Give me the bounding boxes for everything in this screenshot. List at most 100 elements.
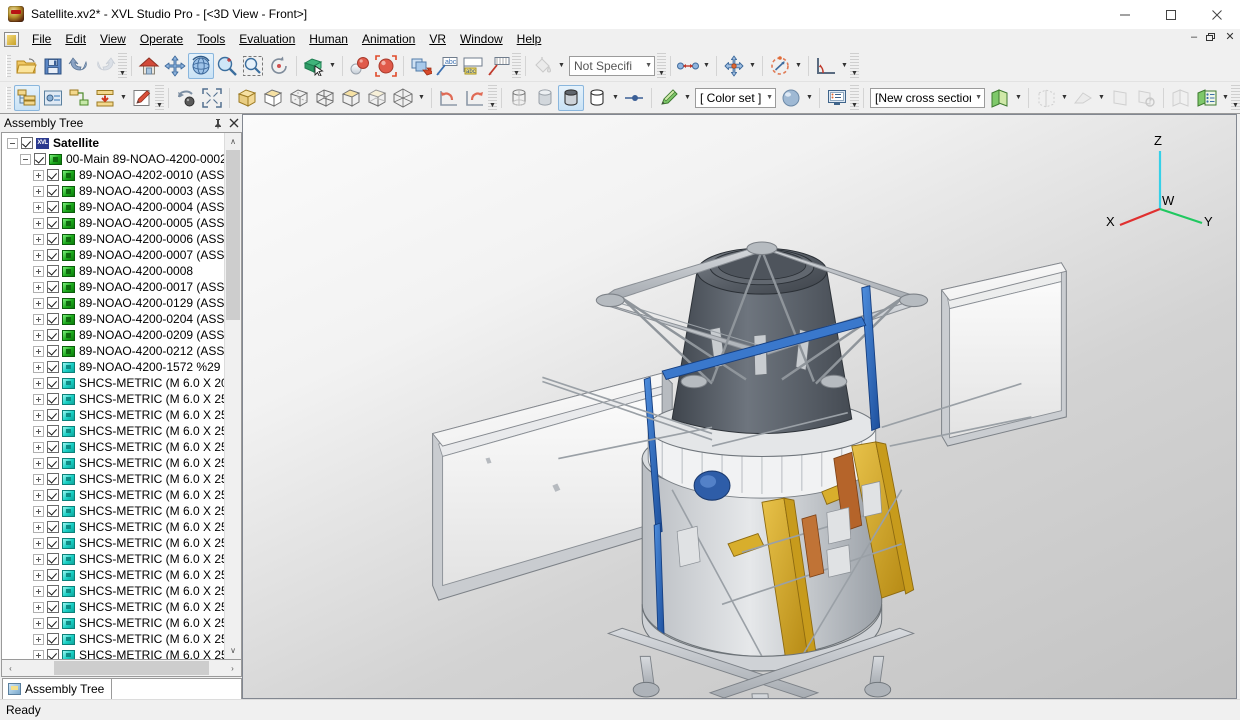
expand-node-icon[interactable] [33,490,44,501]
undo-button[interactable] [66,53,92,79]
measure-angle-dropdown[interactable]: ▼ [839,53,850,79]
node-visibility-checkbox[interactable] [47,345,59,357]
node-visibility-checkbox[interactable] [47,409,59,421]
toolbar-overflow-7[interactable]: ▼ [850,85,859,111]
mdi-minimize-button[interactable]: – [1188,32,1200,43]
view-flat-button[interactable] [338,85,364,111]
node-visibility-checkbox[interactable] [47,361,59,373]
menu-help[interactable]: Help [510,30,549,49]
color-brush-button[interactable] [656,85,682,111]
expand-node-icon[interactable] [33,298,44,309]
node-visibility-checkbox[interactable] [47,217,59,229]
toolbar-overflow-2[interactable]: ▼ [512,53,521,79]
tree-structure-button[interactable] [14,85,40,111]
tree-vertical-scrollbar[interactable]: ∧ ∨ [224,133,241,659]
tree-node[interactable]: 89-NOAO-4200-0003 (ASSY DI [2,183,224,199]
expand-node-icon[interactable] [33,602,44,613]
toolbar-overflow-4[interactable]: ▼ [850,53,859,79]
expand-node-icon[interactable] [33,186,44,197]
material-sphere-button[interactable] [778,85,804,111]
menu-vr[interactable]: VR [422,30,453,49]
tree-node[interactable]: SHCS-METRIC (M 6.0 X 25 LG S [2,391,224,407]
collapse-node-icon[interactable] [7,138,18,149]
rotate-view-button[interactable] [188,53,214,79]
assembly-tree-scrollarea[interactable]: XVLSatellite00-Main 89-NOAO-4200-000289-… [2,133,224,659]
copy-shape-button[interactable] [408,53,434,79]
hscroll-thumb[interactable] [54,661,209,675]
toolbar-overflow-5[interactable]: ▼ [155,85,164,111]
tree-node[interactable]: 89-NOAO-4200-0212 (ASSY DI [2,343,224,359]
cross-section-new-button[interactable] [987,85,1013,111]
node-visibility-checkbox[interactable] [47,489,59,501]
expand-node-icon[interactable] [33,586,44,597]
expand-node-icon[interactable] [33,410,44,421]
node-visibility-checkbox[interactable] [47,185,59,197]
rotate-center-button[interactable] [266,53,292,79]
node-visibility-checkbox[interactable] [47,601,59,613]
expand-node-icon[interactable] [33,442,44,453]
expand-node-icon[interactable] [33,378,44,389]
tree-node[interactable]: SHCS-METRIC (M 6.0 X 25 LG S [2,471,224,487]
sphere-small-button[interactable] [347,53,373,79]
expand-node-icon[interactable] [33,266,44,277]
tree-node[interactable]: 89-NOAO-4200-0209 (ASSY DI [2,327,224,343]
paint-bucket-dropdown[interactable]: ▼ [556,53,567,79]
pin-icon[interactable] [210,115,226,131]
menu-human[interactable]: Human [302,30,355,49]
node-visibility-checkbox[interactable] [47,329,59,341]
toolbar-overflow-8[interactable]: ▼ [1231,85,1240,111]
tab-assembly-tree[interactable]: Assembly Tree [2,678,112,699]
cross-section-fold-button[interactable] [1070,85,1096,111]
measure-distance-dropdown[interactable]: ▼ [701,53,712,79]
expand-node-icon[interactable] [33,394,44,405]
node-visibility-checkbox[interactable] [47,441,59,453]
tree-horizontal-scrollbar[interactable]: ‹ › [1,660,242,677]
material-combo[interactable]: Not Specifi ▼ [569,56,655,76]
expand-node-icon[interactable] [33,426,44,437]
measure-move-dropdown[interactable]: ▼ [747,53,758,79]
node-visibility-checkbox[interactable] [47,393,59,405]
node-visibility-checkbox[interactable] [47,505,59,517]
zoom-view-button[interactable] [214,53,240,79]
node-visibility-checkbox[interactable] [47,521,59,533]
tree-node[interactable]: SHCS-METRIC (M 6.0 X 25 LG S [2,423,224,439]
menu-file[interactable]: File [25,30,58,49]
scroll-down-button[interactable]: ∨ [225,642,241,659]
menu-edit[interactable]: Edit [58,30,93,49]
cylinder-outline-button[interactable] [584,85,610,111]
redo-button[interactable] [92,53,118,79]
toolbar-grip[interactable] [6,55,11,77]
annotation-dimension-button[interactable] [486,53,512,79]
expand-node-icon[interactable] [33,570,44,581]
tree-compare-button[interactable] [66,85,92,111]
expand-node-icon[interactable] [33,506,44,517]
tree-node[interactable]: 89-NOAO-4202-0010 (ASSY DI [2,167,224,183]
paint-bucket-button[interactable] [530,53,556,79]
close-panel-icon[interactable] [226,115,242,131]
tree-node[interactable]: 89-NOAO-4200-0017 (ASSY DI [2,279,224,295]
display-monitor-button[interactable] [824,85,850,111]
expand-node-icon[interactable] [33,634,44,645]
view-mode-dropdown[interactable]: ▼ [416,85,427,111]
tree-collapse-button[interactable] [92,85,118,111]
tree-node[interactable]: 89-NOAO-4200-0204 (ASSY DI [2,311,224,327]
cross-section-combo[interactable]: [New cross section] ▼ [870,88,985,108]
menu-animation[interactable]: Animation [355,30,422,49]
tree-node[interactable]: SHCS-METRIC (M 6.0 X 25 LG S [2,599,224,615]
tree-node[interactable]: 89-NOAO-4200-0004 (ASSY DI [2,199,224,215]
expand-node-icon[interactable] [33,218,44,229]
node-visibility-checkbox[interactable] [47,201,59,213]
tree-node[interactable]: XVLSatellite [2,135,224,151]
toolbar-overflow-6[interactable]: ▼ [488,85,497,111]
tree-node[interactable]: 89-NOAO-4200-0005 (ASSY DI [2,215,224,231]
axis-line-button[interactable] [621,85,647,111]
tree-node[interactable]: SHCS-METRIC (M 6.0 X 25 LG S [2,535,224,551]
viewport-3d[interactable]: Z X Y W [242,114,1237,699]
node-visibility-checkbox[interactable] [47,313,59,325]
menu-view[interactable]: View [93,30,133,49]
color-brush-dropdown[interactable]: ▼ [682,85,693,111]
view-faceted-button[interactable] [390,85,416,111]
scroll-left-button[interactable]: ‹ [2,660,19,676]
annotation-note-button[interactable]: abc [460,53,486,79]
minimize-button[interactable] [1102,0,1148,29]
